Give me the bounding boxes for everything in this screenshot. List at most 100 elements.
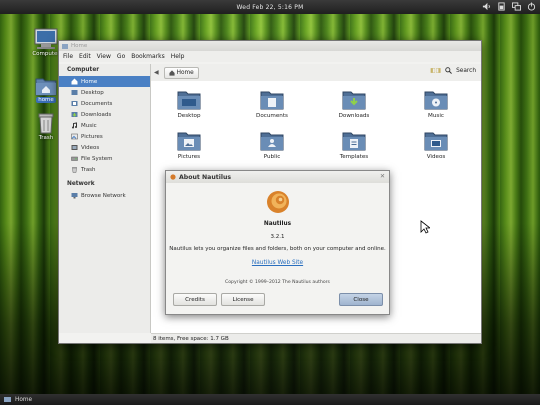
trash-icon [72, 167, 77, 173]
sidebar-item-label: Videos [81, 144, 100, 151]
menu-bar: File Edit View Go Bookmarks Help [59, 51, 481, 62]
menu-help[interactable]: Help [171, 53, 185, 60]
credits-button[interactable]: Credits [173, 293, 217, 306]
back-arrow-icon[interactable]: ◀ [154, 69, 159, 76]
trash-icon [38, 113, 54, 134]
location-toolbar: ◀ Home ◧◨ Search [151, 64, 481, 81]
downloads-icon [71, 112, 78, 117]
music-icon [72, 122, 77, 129]
nautilus-shell-logo [266, 191, 289, 213]
sidebar-item-label: Trash [81, 166, 96, 173]
home-icon [169, 69, 175, 76]
home-folder-icon [35, 78, 57, 96]
network-icon[interactable] [512, 2, 521, 11]
window-titlebar[interactable]: Home [59, 41, 481, 51]
sidebar-item-browse-network[interactable]: Browse Network [59, 190, 150, 201]
search-icon[interactable] [445, 67, 453, 74]
folder-label: Videos [426, 154, 446, 160]
sidebar-item-pictures[interactable]: Pictures [59, 131, 150, 142]
close-button[interactable]: Close [339, 293, 383, 306]
sidebar-item-downloads[interactable]: Downloads [59, 109, 150, 120]
documents-folder-icon [260, 91, 284, 110]
menu-file[interactable]: File [63, 53, 73, 60]
desktop-icon-label: Computer [32, 51, 60, 57]
sidebar-item-desktop[interactable]: Desktop [59, 87, 150, 98]
sidebar-item-music[interactable]: Music [59, 120, 150, 131]
downloads-folder-icon [342, 91, 366, 110]
folder-documents[interactable]: Documents [247, 90, 297, 119]
close-icon[interactable]: ✕ [380, 173, 385, 180]
sidebar-item-trash[interactable]: Trash [59, 164, 150, 175]
computer-icon [34, 28, 58, 49]
menu-go[interactable]: Go [117, 53, 125, 60]
status-text: 8 items, Free space: 1.7 GB [153, 335, 229, 342]
menu-edit[interactable]: Edit [79, 53, 91, 60]
window-title: Home [71, 43, 88, 49]
sidebar: Computer Home Desktop Documents Download… [59, 64, 151, 333]
templates-folder-icon [342, 132, 366, 151]
website-link[interactable]: Nautilus Web Site [252, 260, 303, 266]
sidebar-heading-network: Network [67, 181, 95, 187]
pictures-folder-icon [177, 132, 201, 151]
sidebar-item-documents[interactable]: Documents [59, 98, 150, 109]
sidebar-item-label: Music [81, 122, 97, 129]
view-toggle-icon[interactable]: ◧◨ [430, 68, 441, 74]
power-icon[interactable] [527, 2, 536, 11]
clock[interactable]: Wed Feb 22, 5:16 PM [237, 4, 304, 11]
drive-icon [71, 156, 78, 161]
bottom-panel: Home [0, 394, 540, 405]
battery-icon[interactable] [497, 2, 506, 11]
folder-desktop[interactable]: Desktop [164, 90, 214, 119]
search-button-label[interactable]: Search [456, 68, 476, 74]
sidebar-heading-computer: Computer [67, 67, 100, 73]
folder-templates[interactable]: Templates [329, 131, 379, 160]
sidebar-item-videos[interactable]: Videos [59, 142, 150, 153]
desktop-icon [71, 90, 78, 95]
folder-label: Public [263, 154, 281, 160]
folder-label: Documents [256, 113, 288, 119]
sidebar-item-label: Browse Network [81, 192, 126, 199]
music-folder-icon [424, 91, 448, 110]
folder-videos[interactable]: Videos [411, 131, 461, 160]
sidebar-item-label: Desktop [81, 89, 104, 96]
app-name: Nautilus [263, 221, 292, 227]
desktop-icon-label: Trash [38, 135, 54, 141]
sidebar-item-label: Pictures [81, 133, 103, 140]
folder-label: Templates [339, 154, 369, 160]
videos-folder-icon [424, 132, 448, 151]
desktop-icon-label: home [36, 97, 56, 103]
sidebar-item-label: Downloads [81, 111, 112, 118]
folder-label: Downloads [338, 113, 370, 119]
breadcrumb-home[interactable]: Home [163, 66, 199, 79]
folder-downloads[interactable]: Downloads [329, 90, 379, 119]
public-folder-icon [260, 132, 284, 151]
sidebar-item-label: Home [81, 78, 98, 85]
toolbar-right: ◧◨ Search [430, 67, 476, 74]
nautilus-icon [170, 174, 176, 180]
top-panel: Wed Feb 22, 5:16 PM [0, 0, 540, 14]
folder-music[interactable]: Music [411, 90, 461, 119]
sidebar-item-label: Documents [81, 100, 113, 107]
sidebar-item-label: File System [81, 155, 113, 162]
about-dialog: About Nautilus ✕ Nautilus 3.2.1 Nautilus… [165, 170, 390, 315]
folder-public[interactable]: Public [247, 131, 297, 160]
dialog-titlebar[interactable]: About Nautilus ✕ [166, 171, 389, 183]
folder-icon [4, 397, 11, 402]
mouse-pointer-icon [420, 220, 430, 234]
folder-pictures[interactable]: Pictures [164, 131, 214, 160]
volume-icon[interactable] [482, 2, 491, 11]
desktop-folder-icon [177, 91, 201, 110]
folder-label: Pictures [177, 154, 201, 160]
taskbar-item-home[interactable]: Home [15, 397, 32, 403]
home-icon [71, 78, 78, 85]
sidebar-item-home[interactable]: Home [59, 76, 150, 87]
app-version: 3.2.1 [270, 234, 285, 240]
status-bar: 8 items, Free space: 1.7 GB [151, 333, 481, 343]
network-icon [71, 193, 78, 199]
folder-label: Desktop [177, 113, 201, 119]
menu-bookmarks[interactable]: Bookmarks [131, 53, 165, 60]
menu-view[interactable]: View [97, 53, 111, 60]
dialog-body: Nautilus 3.2.1 Nautilus lets you organiz… [166, 183, 389, 285]
sidebar-item-file-system[interactable]: File System [59, 153, 150, 164]
license-button[interactable]: License [221, 293, 265, 306]
